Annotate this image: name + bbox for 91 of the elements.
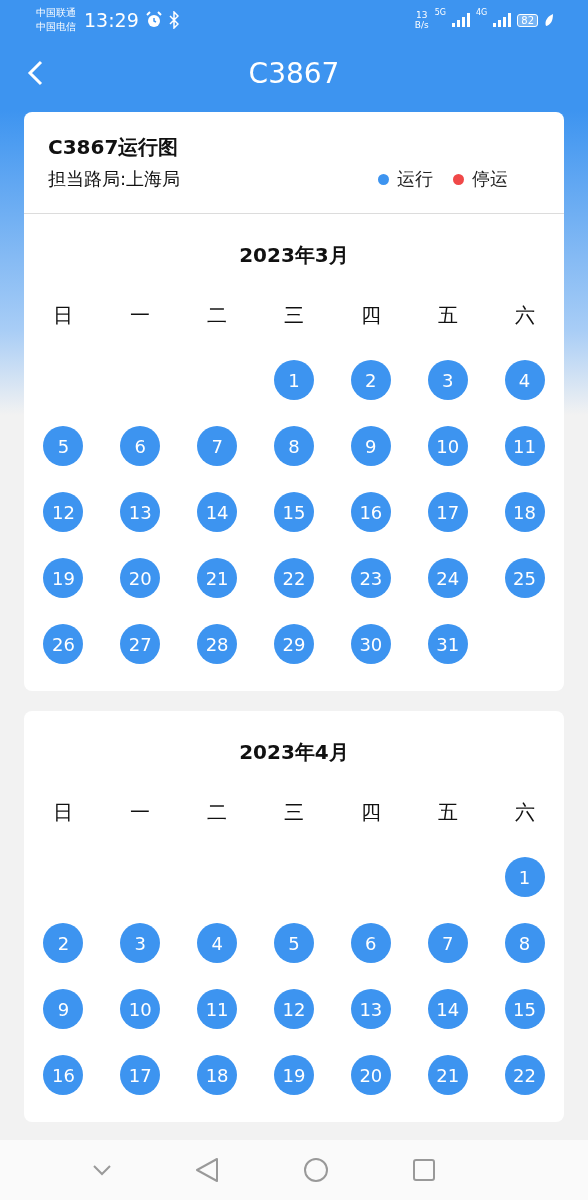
- day-circle[interactable]: 5: [274, 923, 314, 963]
- page-title: C3867: [248, 56, 340, 90]
- alarm-icon: [144, 11, 163, 29]
- day-circle[interactable]: 14: [427, 989, 468, 1029]
- day-circle[interactable]: 6: [120, 426, 161, 466]
- weekday-label: 三: [283, 302, 305, 329]
- weekday-label: 二: [206, 799, 229, 826]
- day-circle[interactable]: 5: [43, 426, 84, 466]
- day-circle[interactable]: 4: [504, 360, 545, 400]
- day-circle[interactable]: 29: [274, 624, 314, 664]
- day-circle[interactable]: 17: [120, 1055, 161, 1095]
- signal-icon: [451, 13, 470, 27]
- chevron-down-icon[interactable]: [91, 1164, 112, 1176]
- back-triangle-icon[interactable]: [195, 1157, 220, 1183]
- day-circle[interactable]: 20: [120, 558, 161, 598]
- month-title: 2023年3月: [238, 242, 350, 269]
- day-circle[interactable]: 3: [120, 923, 161, 963]
- day-circle[interactable]: 21: [197, 558, 238, 598]
- chart-title: C3867运行图: [48, 134, 180, 161]
- recents-square-icon[interactable]: [412, 1158, 437, 1182]
- carrier-name: 中国电信: [36, 20, 76, 34]
- network-type: 5G: [434, 8, 446, 17]
- weekday-label: 四: [359, 799, 382, 826]
- legend-label: 运行: [397, 167, 433, 191]
- signal-icon: [493, 13, 512, 27]
- day-circle[interactable]: 9: [43, 989, 84, 1029]
- day-circle[interactable]: 16: [350, 492, 391, 532]
- day-circle[interactable]: 8: [274, 426, 314, 466]
- day-circle[interactable]: 2: [43, 923, 84, 963]
- day-circle[interactable]: 10: [120, 989, 161, 1029]
- day-circle[interactable]: 7: [427, 923, 468, 963]
- network-type: 4G: [475, 8, 488, 17]
- day-circle[interactable]: 3: [427, 360, 468, 400]
- day-circle[interactable]: 21: [427, 1055, 468, 1095]
- day-circle[interactable]: 4: [197, 923, 238, 963]
- day-circle[interactable]: 12: [274, 989, 314, 1029]
- day-circle[interactable]: 19: [274, 1055, 314, 1095]
- weekday-label: 日: [52, 302, 75, 329]
- day-circle[interactable]: 31: [427, 624, 468, 664]
- day-circle[interactable]: 10: [427, 426, 468, 466]
- day-circle[interactable]: 15: [504, 989, 545, 1029]
- carrier-name: 中国联通: [36, 6, 76, 20]
- bluetooth-icon: [168, 11, 179, 29]
- bureau-label: 担当路局:上海局: [48, 167, 182, 191]
- weekday-label: 一: [129, 799, 152, 826]
- day-circle[interactable]: 22: [504, 1055, 545, 1095]
- day-circle[interactable]: 1: [274, 360, 314, 400]
- leaf-icon: [544, 13, 554, 27]
- weekday-label: 日: [52, 799, 75, 826]
- day-circle[interactable]: 25: [504, 558, 545, 598]
- day-circle[interactable]: 6: [350, 923, 391, 963]
- day-circle[interactable]: 1: [504, 857, 545, 897]
- weekday-label: 六: [513, 302, 536, 329]
- weekday-label: 三: [283, 799, 305, 826]
- day-circle[interactable]: 20: [350, 1055, 391, 1095]
- day-circle[interactable]: 23: [350, 558, 391, 598]
- weekday-label: 一: [129, 302, 152, 329]
- day-circle[interactable]: 17: [427, 492, 468, 532]
- day-circle[interactable]: 26: [43, 624, 84, 664]
- clock-time: 13:29: [84, 9, 139, 31]
- day-circle[interactable]: 28: [197, 624, 238, 664]
- battery-level: 82: [517, 13, 538, 27]
- day-circle[interactable]: 13: [120, 492, 161, 532]
- weekday-label: 二: [206, 302, 229, 329]
- day-circle[interactable]: 15: [274, 492, 314, 532]
- day-circle[interactable]: 18: [197, 1055, 238, 1095]
- day-circle[interactable]: 2: [350, 360, 391, 400]
- day-circle[interactable]: 12: [43, 492, 84, 532]
- day-circle[interactable]: 11: [504, 426, 545, 466]
- day-circle[interactable]: 9: [350, 426, 391, 466]
- speed-unit: B/s: [414, 20, 429, 30]
- day-circle[interactable]: 11: [197, 989, 238, 1029]
- weekday-label: 五: [436, 799, 459, 826]
- day-circle[interactable]: 22: [274, 558, 314, 598]
- home-circle-icon[interactable]: [302, 1157, 329, 1183]
- speed-value: 13: [416, 10, 428, 20]
- day-circle[interactable]: 7: [197, 426, 238, 466]
- day-circle[interactable]: 24: [427, 558, 468, 598]
- day-circle[interactable]: 18: [504, 492, 545, 532]
- day-circle[interactable]: 14: [197, 492, 238, 532]
- day-circle[interactable]: 8: [504, 923, 545, 963]
- day-circle[interactable]: 19: [43, 558, 84, 598]
- day-circle[interactable]: 13: [350, 989, 391, 1029]
- day-circle[interactable]: 16: [43, 1055, 84, 1095]
- day-circle[interactable]: 30: [350, 624, 391, 664]
- day-circle[interactable]: 27: [120, 624, 161, 664]
- month-title: 2023年4月: [238, 739, 350, 766]
- weekday-label: 五: [436, 302, 459, 329]
- weekday-label: 四: [359, 302, 382, 329]
- weekday-label: 六: [513, 799, 536, 826]
- legend-label: 停运: [472, 167, 508, 191]
